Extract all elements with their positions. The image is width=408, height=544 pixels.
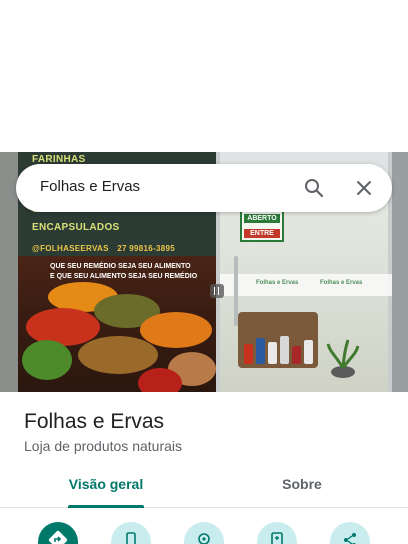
search-query[interactable]: Folhas e Ervas bbox=[40, 178, 140, 195]
poster-line-1: QUE SEU REMÉDIO SEJA SEU ALIMENTO bbox=[50, 263, 191, 270]
open-sign: ABERTO ENTRE bbox=[240, 210, 284, 242]
potted-plant bbox=[326, 339, 360, 378]
save-button[interactable] bbox=[184, 522, 224, 544]
call-button[interactable] bbox=[111, 522, 151, 544]
door-brand-band: Folhas e Ervas Folhas e Ervas bbox=[220, 274, 394, 296]
phone-icon bbox=[126, 532, 136, 544]
close-icon[interactable] bbox=[352, 176, 376, 200]
spice-bowl bbox=[26, 308, 100, 346]
save-icon bbox=[198, 533, 210, 544]
active-tab-indicator bbox=[68, 505, 144, 508]
share-button[interactable] bbox=[330, 522, 370, 544]
share-icon bbox=[344, 533, 356, 544]
photo-gallery-icon[interactable] bbox=[210, 284, 224, 298]
tab-about[interactable]: Sobre bbox=[246, 476, 358, 508]
spice-bowl bbox=[78, 336, 158, 374]
spice-bowl bbox=[138, 368, 182, 392]
directions-button[interactable] bbox=[38, 522, 78, 544]
poster-line-2: E QUE SEU ALIMENTO SEJA SEU REMÉDIO bbox=[50, 273, 198, 280]
directions-icon bbox=[48, 530, 68, 544]
tab-overview[interactable]: Visão geral bbox=[50, 476, 162, 508]
basil-leaves bbox=[22, 340, 72, 380]
place-title: Folhas e Ervas bbox=[24, 410, 165, 433]
window-instagram: @FOLHASEERVAS 27 99816-3895 bbox=[32, 244, 176, 253]
spice-poster: QUE SEU REMÉDIO SEJA SEU ALIMENTO E QUE … bbox=[18, 256, 216, 392]
tab-bar: Visão geral Sobre bbox=[0, 468, 408, 508]
search-bar[interactable]: Folhas e Ervas bbox=[16, 164, 392, 212]
send-to-phone-icon bbox=[271, 532, 283, 544]
product-shelf bbox=[238, 312, 318, 368]
search-icon[interactable] bbox=[302, 176, 326, 200]
spice-bowl bbox=[140, 312, 212, 348]
facade-wall-right bbox=[392, 152, 408, 392]
place-page: FARINHAS SUPLEMENTOS ENCAPSULADOS @FOLHA… bbox=[0, 0, 408, 544]
send-to-phone-button[interactable] bbox=[257, 522, 297, 544]
place-category: Loja de produtos naturais bbox=[24, 438, 182, 454]
window-text-encapsulados: ENCAPSULADOS bbox=[32, 222, 120, 233]
